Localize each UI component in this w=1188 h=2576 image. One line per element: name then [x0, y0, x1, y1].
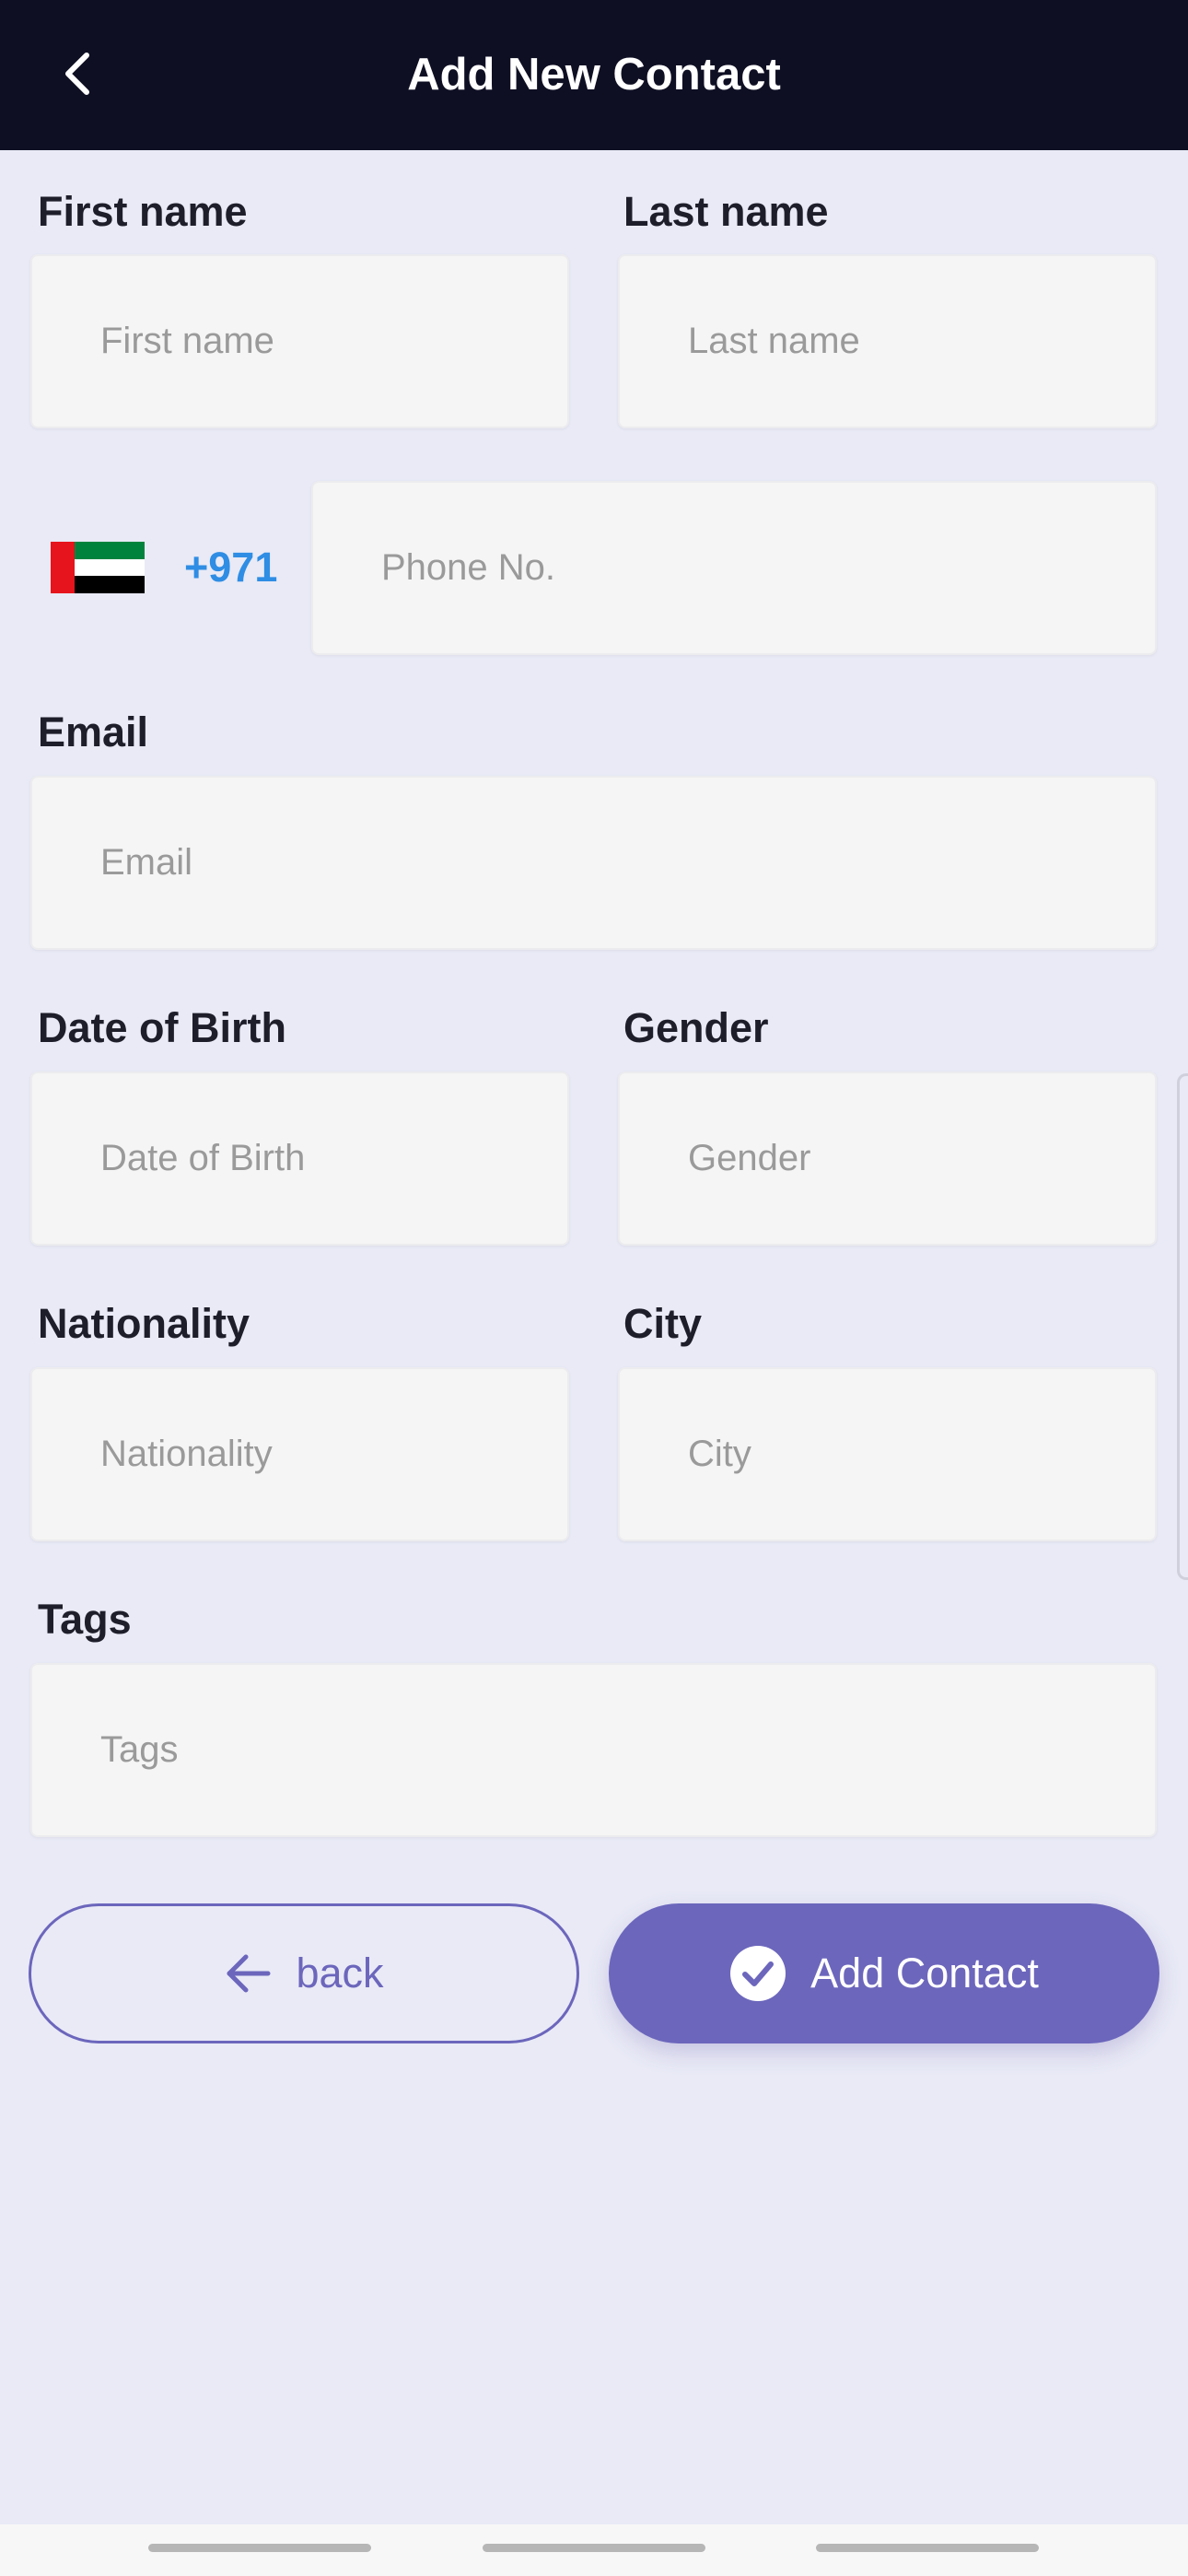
nav-pill-left[interactable]: [148, 2544, 371, 2552]
dob-label: Date of Birth: [38, 1004, 286, 1051]
tags-field: [30, 1663, 1157, 1837]
phone-input[interactable]: [313, 483, 1155, 653]
first-name-field: [30, 254, 569, 428]
add-contact-button[interactable]: Add Contact: [609, 1903, 1159, 2043]
add-contact-button-label: Add Contact: [810, 1950, 1039, 1996]
country-code-selector[interactable]: +971: [184, 540, 277, 595]
system-nav-bar: [0, 2524, 1188, 2576]
back-button-label: back: [296, 1950, 384, 1996]
gender-field: [618, 1071, 1157, 1246]
dob-input[interactable]: [32, 1073, 567, 1244]
first-name-label: First name: [38, 188, 248, 235]
nationality-input[interactable]: [32, 1369, 567, 1540]
check-circle-icon: [730, 1946, 786, 2001]
uae-flag-icon[interactable]: [51, 542, 145, 593]
back-button[interactable]: back: [29, 1903, 579, 2043]
last-name-input[interactable]: [620, 256, 1155, 427]
phone-field: [311, 481, 1157, 655]
tags-label: Tags: [38, 1596, 132, 1643]
dob-field: [30, 1071, 569, 1246]
email-input[interactable]: [32, 778, 1155, 948]
page-title: Add New Contact: [407, 50, 781, 100]
nationality-label: Nationality: [38, 1300, 250, 1347]
nav-pill-right[interactable]: [816, 2544, 1039, 2552]
gender-label: Gender: [623, 1004, 769, 1051]
email-label: Email: [38, 708, 149, 755]
city-input[interactable]: [620, 1369, 1155, 1540]
nav-pill-center[interactable]: [483, 2544, 705, 2552]
scroll-indicator: [1177, 1073, 1188, 1580]
email-field: [30, 776, 1157, 950]
app-header: Add New Contact: [0, 0, 1188, 150]
gender-input[interactable]: [620, 1073, 1155, 1244]
last-name-field: [618, 254, 1157, 428]
city-field: [618, 1367, 1157, 1541]
last-name-label: Last name: [623, 188, 829, 235]
first-name-input[interactable]: [32, 256, 567, 427]
city-label: City: [623, 1300, 703, 1347]
arrow-left-icon: [227, 1954, 271, 1993]
tags-input[interactable]: [32, 1665, 1155, 1835]
nationality-field: [30, 1367, 569, 1541]
